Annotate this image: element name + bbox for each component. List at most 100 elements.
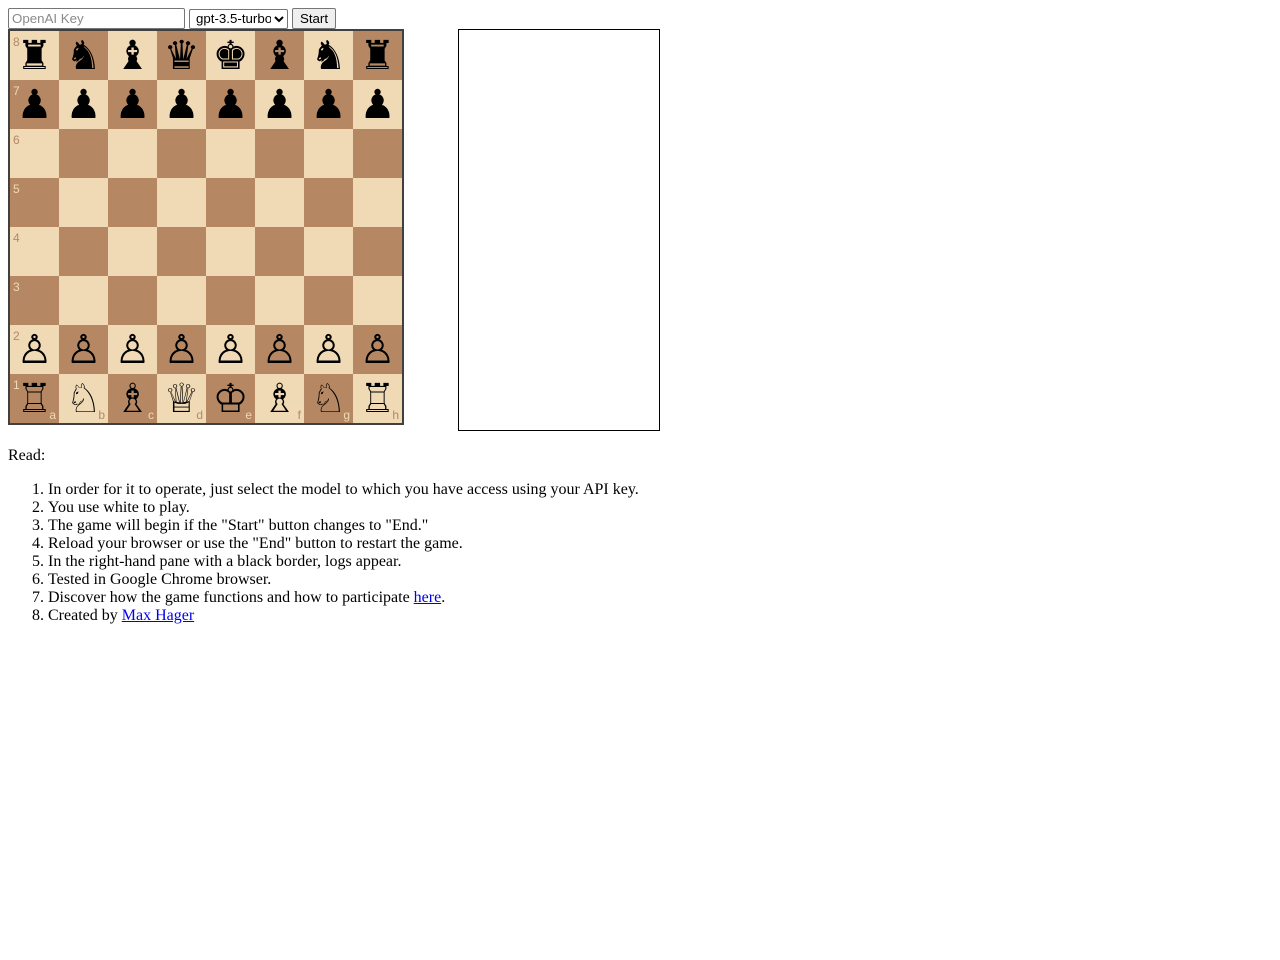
square-e2[interactable]: ♙ <box>206 325 255 374</box>
instruction-item: Tested in Google Chrome browser. <box>48 571 639 589</box>
white-pawn-icon[interactable]: ♙ <box>59 325 108 374</box>
square-c3[interactable] <box>108 276 157 325</box>
file-label: e <box>245 408 252 422</box>
square-e8[interactable]: ♚ <box>206 31 255 80</box>
square-e7[interactable]: ♟ <box>206 80 255 129</box>
square-f8[interactable]: ♝ <box>255 31 304 80</box>
square-h5[interactable] <box>353 178 402 227</box>
square-a2[interactable]: ♙ 2 <box>10 325 59 374</box>
square-c8[interactable]: ♝ <box>108 31 157 80</box>
api-key-input[interactable] <box>8 8 185 29</box>
square-a5[interactable]: 5 <box>10 178 59 227</box>
start-button[interactable]: Start <box>292 8 336 29</box>
square-c7[interactable]: ♟ <box>108 80 157 129</box>
square-h7[interactable]: ♟ <box>353 80 402 129</box>
square-f5[interactable] <box>255 178 304 227</box>
square-g8[interactable]: ♞ <box>304 31 353 80</box>
square-e5[interactable] <box>206 178 255 227</box>
square-h3[interactable] <box>353 276 402 325</box>
white-pawn-icon[interactable]: ♙ <box>157 325 206 374</box>
square-b5[interactable] <box>59 178 108 227</box>
square-d5[interactable] <box>157 178 206 227</box>
model-select[interactable]: gpt-3.5-turbo <box>189 8 288 29</box>
rank-label: 7 <box>13 84 20 98</box>
square-h1[interactable]: ♖ h <box>353 374 402 423</box>
black-knight-icon[interactable]: ♞ <box>59 31 108 80</box>
rank-label: 5 <box>13 182 20 196</box>
square-f3[interactable] <box>255 276 304 325</box>
file-label: h <box>392 408 399 422</box>
square-d3[interactable] <box>157 276 206 325</box>
square-g4[interactable] <box>304 227 353 276</box>
square-g1[interactable]: ♘ g <box>304 374 353 423</box>
square-b7[interactable]: ♟ <box>59 80 108 129</box>
created-text: Created by <box>48 607 122 624</box>
square-h4[interactable] <box>353 227 402 276</box>
black-pawn-icon[interactable]: ♟ <box>353 80 402 129</box>
square-a6[interactable]: 6 <box>10 129 59 178</box>
square-d6[interactable] <box>157 129 206 178</box>
square-a1[interactable]: ♖ 1 a <box>10 374 59 423</box>
square-f2[interactable]: ♙ <box>255 325 304 374</box>
square-b6[interactable] <box>59 129 108 178</box>
square-f1[interactable]: ♗ f <box>255 374 304 423</box>
square-c5[interactable] <box>108 178 157 227</box>
black-pawn-icon[interactable]: ♟ <box>206 80 255 129</box>
white-pawn-icon[interactable]: ♙ <box>108 325 157 374</box>
rank-label: 1 <box>13 378 20 392</box>
instruction-item: In order for it to operate, just select … <box>48 481 639 499</box>
square-d1[interactable]: ♕ d <box>157 374 206 423</box>
black-knight-icon[interactable]: ♞ <box>304 31 353 80</box>
square-a7[interactable]: ♟ 7 <box>10 80 59 129</box>
black-pawn-icon[interactable]: ♟ <box>157 80 206 129</box>
black-bishop-icon[interactable]: ♝ <box>255 31 304 80</box>
black-pawn-icon[interactable]: ♟ <box>59 80 108 129</box>
here-link[interactable]: here <box>414 589 442 606</box>
square-d8[interactable]: ♛ <box>157 31 206 80</box>
black-queen-icon[interactable]: ♛ <box>157 31 206 80</box>
square-d2[interactable]: ♙ <box>157 325 206 374</box>
square-g7[interactable]: ♟ <box>304 80 353 129</box>
square-b8[interactable]: ♞ <box>59 31 108 80</box>
square-f7[interactable]: ♟ <box>255 80 304 129</box>
square-c4[interactable] <box>108 227 157 276</box>
white-pawn-icon[interactable]: ♙ <box>255 325 304 374</box>
white-pawn-icon[interactable]: ♙ <box>206 325 255 374</box>
square-h8[interactable]: ♜ <box>353 31 402 80</box>
square-f6[interactable] <box>255 129 304 178</box>
square-g6[interactable] <box>304 129 353 178</box>
black-bishop-icon[interactable]: ♝ <box>108 31 157 80</box>
square-h2[interactable]: ♙ <box>353 325 402 374</box>
black-pawn-icon[interactable]: ♟ <box>108 80 157 129</box>
square-b4[interactable] <box>59 227 108 276</box>
white-bishop-icon[interactable]: ♗ <box>255 374 304 423</box>
square-c6[interactable] <box>108 129 157 178</box>
square-h6[interactable] <box>353 129 402 178</box>
instruction-item-discover: Discover how the game functions and how … <box>48 589 639 607</box>
square-a8[interactable]: ♜ 8 <box>10 31 59 80</box>
black-rook-icon[interactable]: ♜ <box>353 31 402 80</box>
square-e3[interactable] <box>206 276 255 325</box>
square-b1[interactable]: ♘ b <box>59 374 108 423</box>
square-c2[interactable]: ♙ <box>108 325 157 374</box>
black-king-icon[interactable]: ♚ <box>206 31 255 80</box>
square-a4[interactable]: 4 <box>10 227 59 276</box>
square-a3[interactable]: 3 <box>10 276 59 325</box>
square-e4[interactable] <box>206 227 255 276</box>
white-pawn-icon[interactable]: ♙ <box>304 325 353 374</box>
square-e1[interactable]: ♔ e <box>206 374 255 423</box>
square-f4[interactable] <box>255 227 304 276</box>
square-b3[interactable] <box>59 276 108 325</box>
white-pawn-icon[interactable]: ♙ <box>353 325 402 374</box>
square-d4[interactable] <box>157 227 206 276</box>
black-pawn-icon[interactable]: ♟ <box>255 80 304 129</box>
square-g2[interactable]: ♙ <box>304 325 353 374</box>
square-g5[interactable] <box>304 178 353 227</box>
author-link[interactable]: Max Hager <box>122 607 194 624</box>
square-d7[interactable]: ♟ <box>157 80 206 129</box>
square-e6[interactable] <box>206 129 255 178</box>
square-g3[interactable] <box>304 276 353 325</box>
square-c1[interactable]: ♗ c <box>108 374 157 423</box>
square-b2[interactable]: ♙ <box>59 325 108 374</box>
black-pawn-icon[interactable]: ♟ <box>304 80 353 129</box>
